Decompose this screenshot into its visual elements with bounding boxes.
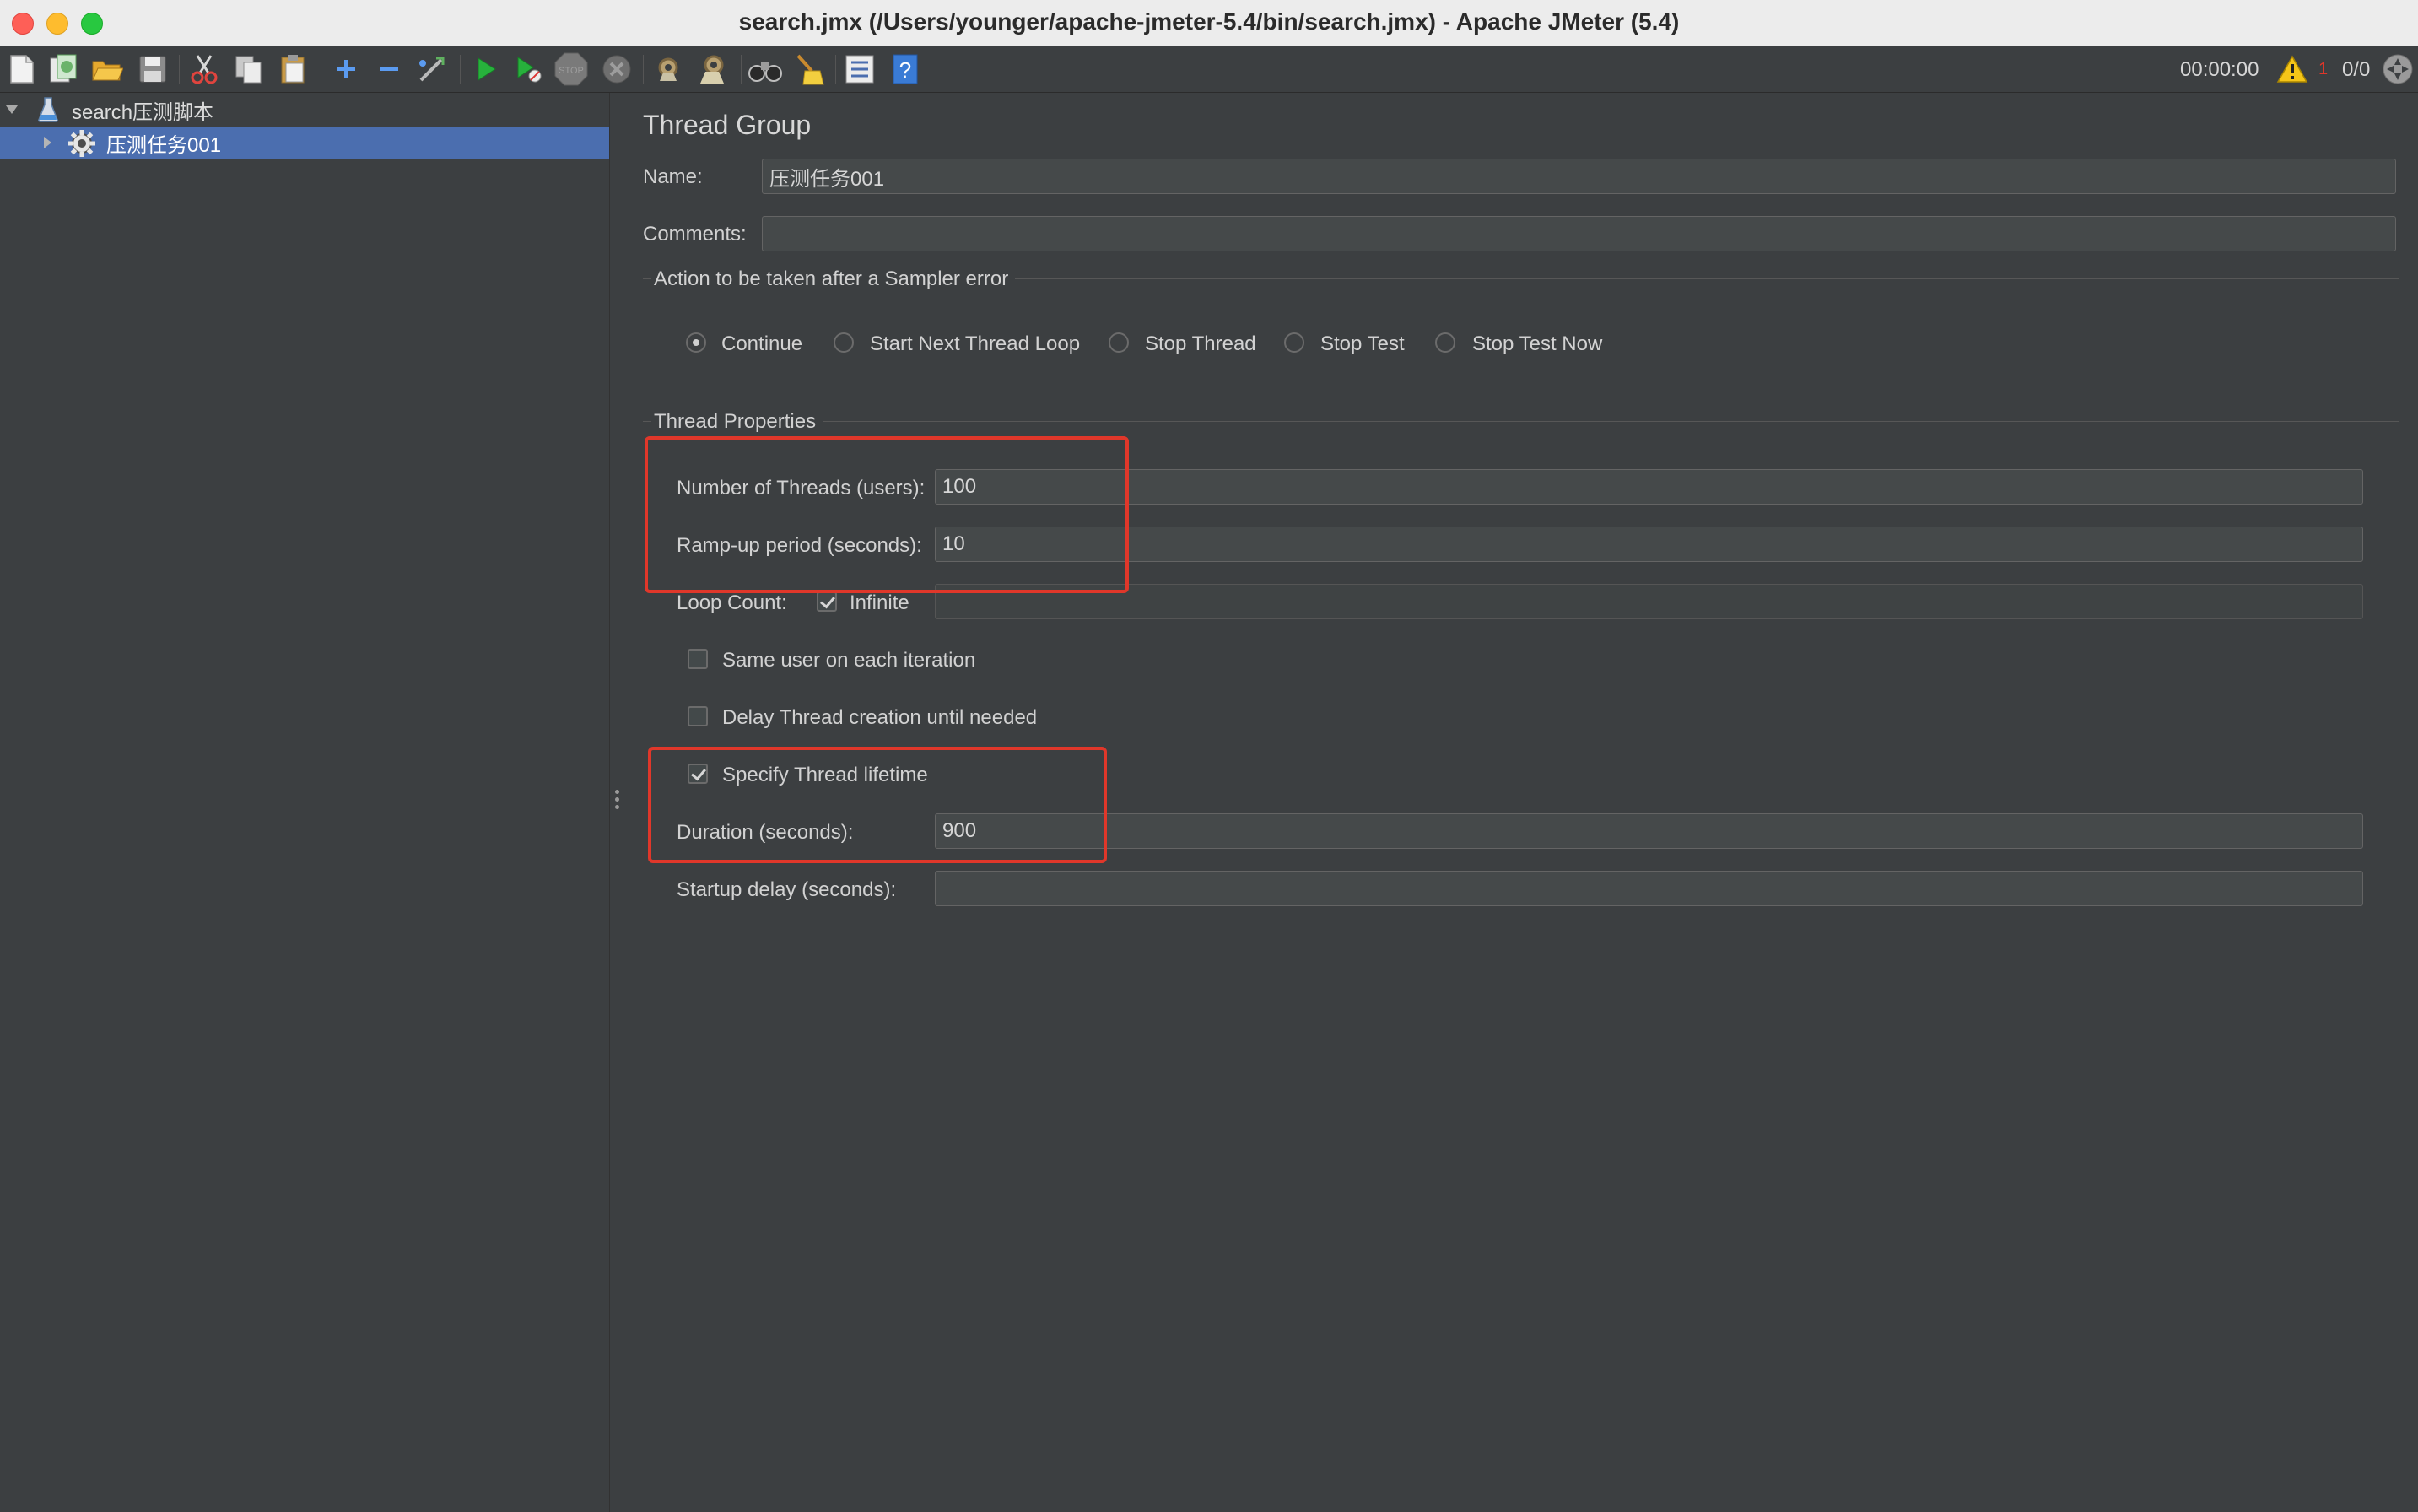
name-label: Name: bbox=[643, 165, 703, 188]
start-next-thread-loop-radio[interactable] bbox=[834, 332, 854, 353]
panel-title: Thread Group bbox=[643, 110, 812, 140]
tree-item-thread-group[interactable]: 压测任务001 bbox=[0, 127, 609, 159]
stop-test-radio[interactable] bbox=[1284, 332, 1304, 353]
thread-group-panel: Thread Group Name: Comments: Action to b… bbox=[625, 93, 2418, 1512]
svg-text:?: ? bbox=[899, 57, 911, 83]
collapse-all-icon[interactable] bbox=[371, 51, 407, 87]
stop-thread-label[interactable]: Stop Thread bbox=[1145, 332, 1256, 356]
start-icon[interactable] bbox=[468, 51, 504, 87]
duration-label: Duration (seconds): bbox=[677, 821, 854, 844]
continue-radio-label[interactable]: Continue bbox=[721, 332, 802, 356]
shutdown-icon[interactable] bbox=[599, 51, 634, 87]
threads-label: Number of Threads (users): bbox=[677, 477, 926, 500]
divider-grip-icon[interactable] bbox=[615, 790, 620, 813]
tree-item-test-plan[interactable]: search压测脚本 bbox=[0, 94, 609, 126]
specify-lifetime-checkbox[interactable] bbox=[688, 764, 708, 784]
templates-icon[interactable] bbox=[46, 51, 81, 87]
same-user-checkbox[interactable] bbox=[688, 649, 708, 669]
infinite-checkbox[interactable] bbox=[817, 591, 837, 612]
window-title: search.jmx (/Users/younger/apache-jmeter… bbox=[738, 8, 1680, 35]
delay-thread-label[interactable]: Delay Thread creation until needed bbox=[722, 706, 1037, 730]
delay-thread-checkbox[interactable] bbox=[688, 706, 708, 726]
duration-input[interactable] bbox=[935, 813, 2363, 849]
split-pane-divider[interactable] bbox=[609, 93, 626, 1512]
thread-properties-section-title: Thread Properties bbox=[654, 410, 817, 433]
error-action-section-title: Action to be taken after a Sampler error bbox=[654, 267, 1009, 290]
loop-count-input[interactable] bbox=[935, 584, 2363, 619]
startup-delay-label: Startup delay (seconds): bbox=[677, 878, 897, 901]
function-helper-icon[interactable] bbox=[842, 51, 877, 87]
help-icon[interactable]: ? bbox=[888, 51, 923, 87]
save-icon[interactable] bbox=[135, 51, 170, 87]
thread-settings-highlight-box bbox=[645, 436, 1129, 593]
toolbar: STOP ? 00:00:00 1 0/0 bbox=[0, 46, 2418, 93]
stop-thread-radio[interactable] bbox=[1109, 332, 1129, 353]
copy-icon[interactable] bbox=[231, 51, 267, 87]
comments-label: Comments: bbox=[643, 223, 747, 246]
continue-radio[interactable] bbox=[686, 332, 706, 353]
thread-group-gear-icon bbox=[68, 130, 95, 157]
threads-input[interactable] bbox=[935, 469, 2363, 505]
rampup-input[interactable] bbox=[935, 526, 2363, 562]
name-input[interactable] bbox=[762, 159, 2396, 194]
collapsed-arrow-icon[interactable] bbox=[42, 136, 52, 149]
test-plan-flask-icon bbox=[38, 97, 58, 122]
toggle-icon[interactable] bbox=[414, 51, 450, 87]
error-count: 1 bbox=[2318, 60, 2329, 78]
tree-item-label: search压测脚本 bbox=[72, 100, 214, 124]
cut-icon[interactable] bbox=[186, 51, 222, 87]
start-next-thread-loop-label[interactable]: Start Next Thread Loop bbox=[870, 332, 1080, 356]
tree-item-label: 压测任务001 bbox=[106, 133, 222, 157]
rampup-label: Ramp-up period (seconds): bbox=[677, 534, 922, 557]
same-user-label[interactable]: Same user on each iteration bbox=[722, 649, 975, 672]
remote-status-icon[interactable] bbox=[2381, 51, 2415, 87]
specify-lifetime-label[interactable]: Specify Thread lifetime bbox=[722, 764, 928, 787]
title-bar: search.jmx (/Users/younger/apache-jmeter… bbox=[0, 0, 2418, 46]
clear-all-icon[interactable] bbox=[695, 51, 731, 87]
stop-icon[interactable]: STOP bbox=[553, 51, 589, 87]
paste-icon[interactable] bbox=[276, 51, 311, 87]
stop-test-label[interactable]: Stop Test bbox=[1320, 332, 1405, 356]
svg-text:STOP: STOP bbox=[559, 66, 584, 76]
search-binoculars-icon[interactable] bbox=[748, 51, 783, 87]
comments-input[interactable] bbox=[762, 216, 2396, 251]
start-no-pauses-icon[interactable] bbox=[511, 51, 547, 87]
warning-icon[interactable] bbox=[2275, 51, 2310, 87]
stop-test-now-radio[interactable] bbox=[1435, 332, 1455, 353]
expand-all-icon[interactable] bbox=[328, 51, 364, 87]
stop-test-now-label[interactable]: Stop Test Now bbox=[1472, 332, 1602, 356]
infinite-label[interactable]: Infinite bbox=[850, 591, 909, 615]
open-icon[interactable] bbox=[89, 51, 125, 87]
elapsed-time: 00:00:00 bbox=[2180, 58, 2259, 81]
jmeter-window: search.jmx (/Users/younger/apache-jmeter… bbox=[0, 0, 2418, 1512]
clear-icon[interactable] bbox=[650, 51, 686, 87]
expanded-arrow-icon[interactable] bbox=[5, 104, 19, 116]
loop-count-label: Loop Count: bbox=[677, 591, 787, 614]
test-plan-tree: search压测脚本 压测任务001 bbox=[0, 93, 609, 1512]
active-threads: 0/0 bbox=[2342, 58, 2371, 81]
new-icon[interactable] bbox=[4, 51, 40, 87]
startup-delay-input[interactable] bbox=[935, 871, 2363, 906]
reset-search-broom-icon[interactable] bbox=[791, 51, 826, 87]
